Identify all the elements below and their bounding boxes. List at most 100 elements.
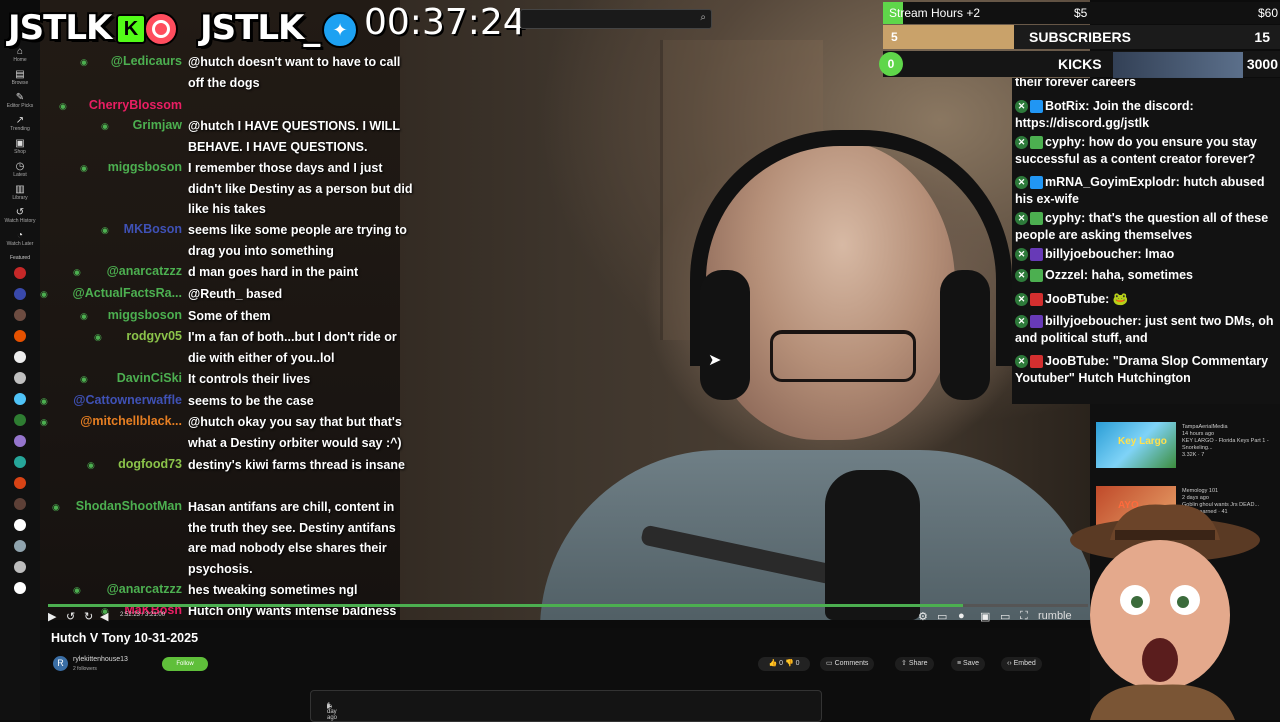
chat-username[interactable]: Grimjaw (133, 118, 182, 132)
sidebar-item-home[interactable]: ⌂ Home (0, 46, 40, 63)
chat-username[interactable]: Ozzzel: (1045, 268, 1088, 282)
volume-icon[interactable]: ◀ (100, 610, 108, 623)
chat-username[interactable]: ShodanShootMan (76, 499, 182, 513)
video-title: Hutch V Tony 10-31-2025 (51, 631, 199, 645)
comments-button[interactable]: ▭ Comments (820, 657, 875, 671)
chat-username[interactable]: BotRix: (1045, 99, 1089, 113)
chat-text: seems like some people are trying to dra… (188, 223, 407, 258)
suggested-title: KEY LARGO - Florida Keys Part 1 - Snorke… (1182, 438, 1269, 451)
search-input[interactable]: ⌕ (520, 9, 712, 29)
save-button[interactable]: ≡ Save (951, 657, 985, 671)
featured-channel-icon[interactable] (14, 372, 26, 384)
featured-channel-icon[interactable] (14, 582, 26, 594)
featured-channel-icon[interactable] (14, 456, 26, 468)
sidebar-item-trending[interactable]: ↗ Trending (0, 115, 40, 132)
sidebar-item-watch-later[interactable]: ◔ Watch Later (0, 230, 40, 247)
forward-icon[interactable]: ↻ (84, 610, 93, 623)
play-icon[interactable]: ▶ (48, 610, 56, 623)
follow-button[interactable]: Follow (162, 657, 208, 671)
featured-channel-icon[interactable] (14, 435, 26, 447)
chat-username[interactable]: billyjoeboucher: (1045, 314, 1142, 328)
chat-username[interactable]: miggsboson (108, 308, 182, 322)
chat-username[interactable]: cyphy: (1045, 135, 1085, 149)
fullscreen-icon[interactable]: ⛶ (1020, 610, 1028, 623)
library-icon: ▥ (15, 184, 25, 195)
glasses (770, 330, 916, 382)
description-box[interactable]: ◷ 1 day ago ▶ 6 (310, 690, 822, 722)
featured-channel-icon[interactable] (14, 477, 26, 489)
featured-channel-icon[interactable] (14, 393, 26, 405)
badge-icon: ◉ (80, 311, 88, 321)
autoplay-toggle[interactable]: ● (958, 610, 965, 622)
chat-username[interactable]: DavinCiSki (117, 371, 182, 385)
watch-history-icon: ↺ (15, 207, 25, 218)
badge-icon: ◉ (73, 267, 81, 277)
chat-username[interactable]: @mitchellblack... (80, 414, 182, 428)
chat-username[interactable]: @Ledicaurs (111, 54, 182, 68)
stream-timer: 00:37:24 (364, 2, 526, 43)
sidebar-item-latest[interactable]: ◷ Latest (0, 161, 40, 178)
chat-username[interactable]: billyjoeboucher: (1045, 247, 1142, 261)
chat-username[interactable]: JooBTube: (1045, 354, 1109, 368)
channel-name[interactable]: rylekittenhouse13 (73, 656, 128, 663)
chat-text: I remember those days and I just didn't … (188, 161, 413, 216)
channel-avatar[interactable]: R (53, 656, 68, 671)
chat-username[interactable]: rodgyv05 (126, 329, 182, 343)
chat-username[interactable]: CherryBlossom (89, 98, 182, 112)
chat-username[interactable]: JooBTube: (1045, 292, 1109, 306)
search-icon[interactable]: ⌕ (700, 12, 706, 23)
badge-icon: ◉ (80, 163, 88, 173)
embed-button[interactable]: ‹› Embed (1001, 657, 1042, 671)
chat-username[interactable]: mRNA_GoyimExplodr: (1045, 175, 1180, 189)
suggested-info[interactable]: TampaAerialMedia 14 hours ago KEY LARGO … (1182, 424, 1272, 459)
kicks-label: KICKS (1058, 56, 1102, 72)
progress-bar[interactable] (48, 604, 1088, 607)
chat-username[interactable]: @anarcatzzz (107, 264, 182, 278)
captions-icon[interactable]: ▭ (937, 610, 947, 623)
jstlk-twitter-logo: JSTLK_ (200, 8, 320, 48)
chat-message: ✕ mRNA_GoyimExplodr: hutch abused his ex-… (1015, 174, 1277, 208)
sidebar-item-library[interactable]: ▥ Library (0, 184, 40, 201)
user-badge-icon (1030, 355, 1043, 369)
chat-username[interactable]: @anarcatzzz (107, 582, 182, 596)
stream-hours-bar: Stream Hours +2 $5 $60 (883, 2, 1280, 24)
settings-icon[interactable]: ⚙ (918, 610, 928, 623)
chat-message: ✕ Ozzzel: haha, sometimes (1015, 267, 1277, 284)
rumble-logo: rumble (1038, 610, 1072, 622)
thumbs-down-icon[interactable]: 👎 (785, 660, 794, 667)
chat-username[interactable]: miggsboson (108, 160, 182, 174)
featured-channel-icon[interactable] (14, 498, 26, 510)
sidebar-item-editor-picks[interactable]: ✎ Editor Picks (0, 92, 40, 109)
thumbs-up-icon[interactable]: 👍 (768, 660, 777, 667)
suggested-thumbnail[interactable]: Key Largo (1096, 422, 1176, 468)
pip-icon[interactable]: ▣ (980, 610, 990, 623)
featured-channel-icon[interactable] (14, 288, 26, 300)
replay-icon[interactable]: ↺ (66, 610, 75, 623)
featured-channel-icon[interactable] (14, 540, 26, 552)
chat-username[interactable]: cyphy: (1045, 211, 1085, 225)
mod-icon: ✕ (1015, 293, 1028, 307)
featured-channel-icon[interactable] (14, 414, 26, 426)
suggested-channel: TampaAerialMedia (1182, 424, 1228, 430)
theater-icon[interactable]: ▭ (1000, 610, 1010, 623)
featured-channel-icon[interactable] (14, 351, 26, 363)
chat-username[interactable]: MKBoson (124, 222, 182, 236)
featured-channel-icon[interactable] (14, 561, 26, 573)
featured-channel-icon[interactable] (14, 267, 26, 279)
sidebar-item-shop[interactable]: ▣ Shop (0, 138, 40, 155)
chat-message: ✕ BotRix: Join the discord: https://disco… (1015, 98, 1277, 132)
suggested-channel: Memology 101 (1182, 488, 1219, 494)
share-button[interactable]: ⇧ Share (895, 657, 934, 671)
chat-username[interactable]: dogfood73 (118, 457, 182, 471)
chat-username[interactable]: @Cattownerwaffle (73, 393, 182, 407)
vote-buttons[interactable]: 👍 0 👎 0 (758, 657, 810, 671)
chat-username[interactable]: @ActualFactsRa... (73, 286, 182, 300)
badge-icon: ◉ (73, 585, 81, 595)
featured-channel-icon[interactable] (14, 309, 26, 321)
sidebar-item-watch-history[interactable]: ↺ Watch History (0, 207, 40, 224)
featured-channel-icon[interactable] (14, 519, 26, 531)
sidebar-label: Shop (14, 149, 26, 155)
featured-channel-icon[interactable] (14, 330, 26, 342)
mod-icon: ✕ (1015, 176, 1028, 190)
sidebar-item-browse[interactable]: ▤ Browse (0, 69, 40, 86)
